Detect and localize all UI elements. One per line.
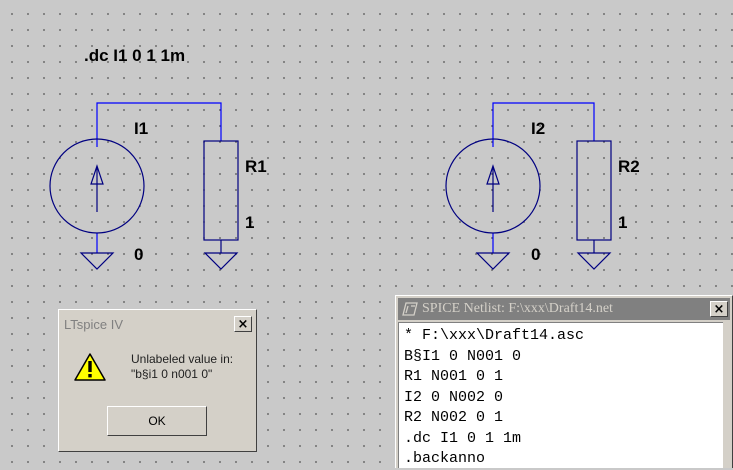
dialog-message-line: Unlabeled value in: [131,352,234,366]
netlist-window: SPICE Netlist: F:\xxx\Draft14.net × * F:… [395,295,733,468]
label-i1[interactable]: I1 [134,119,148,138]
dialog-message-line: "b§i1 0 n001 0" [131,367,213,381]
warning-icon [74,353,106,381]
label-r1[interactable]: R1 [245,157,267,176]
current-source-i1[interactable] [49,138,145,234]
wire-n001[interactable] [96,102,222,147]
ground-icon [203,252,239,270]
netlist-line: R2 N002 0 1 [404,409,504,426]
value-i2[interactable]: 0 [531,245,540,264]
netlist-title-text: SPICE Netlist: F:\xxx\Draft14.net [422,301,613,316]
ground-icon [475,252,511,270]
label-r2[interactable]: R2 [618,157,640,176]
error-dialog: LTspice IV × Unlabeled value in: "b§i1 0… [58,309,257,452]
netlist-text-area[interactable]: * F:\xxx\Draft14.asc B§I1 0 N001 0 R1 N001… [398,322,723,468]
netlist-title-bar[interactable]: SPICE Netlist: F:\xxx\Draft14.net × [398,298,730,320]
netlist-line: .backanno [404,450,486,467]
resistor-r2[interactable] [576,140,612,253]
dialog-message: Unlabeled value in: "b§i1 0 n001 0" [131,352,251,382]
ground-icon [79,252,115,270]
dialog-close-button[interactable]: × [234,316,252,332]
value-r1[interactable]: 1 [245,213,254,232]
resistor-r1[interactable] [203,140,239,253]
dialog-title-bar[interactable]: LTspice IV × [61,312,254,336]
netlist-close-button[interactable]: × [710,301,728,317]
value-r2[interactable]: 1 [618,213,627,232]
dialog-title: LTspice IV [64,316,124,332]
ltspice-logo-icon [402,302,418,316]
ok-button[interactable]: OK [107,406,207,436]
netlist-line: I2 0 N002 0 [404,388,504,406]
close-icon: × [713,301,725,317]
circuit-right: I2 0 R2 1 [445,102,640,270]
netlist-line: B§I1 0 N001 0 [404,347,522,365]
close-icon: × [237,316,249,332]
ground-icon [576,252,612,270]
dc-directive[interactable]: .dc I1 0 1 1m [84,46,185,65]
value-i1[interactable]: 0 [134,245,143,264]
netlist-line: * F:\xxx\Draft14.asc [404,327,585,344]
netlist-line: R1 N001 0 1 [404,368,504,385]
label-i2[interactable]: I2 [531,119,545,138]
current-source-i2[interactable] [445,138,541,234]
circuit-left: I1 0 R1 1 [49,102,267,270]
netlist-line: .dc I1 0 1 1m [404,429,522,447]
